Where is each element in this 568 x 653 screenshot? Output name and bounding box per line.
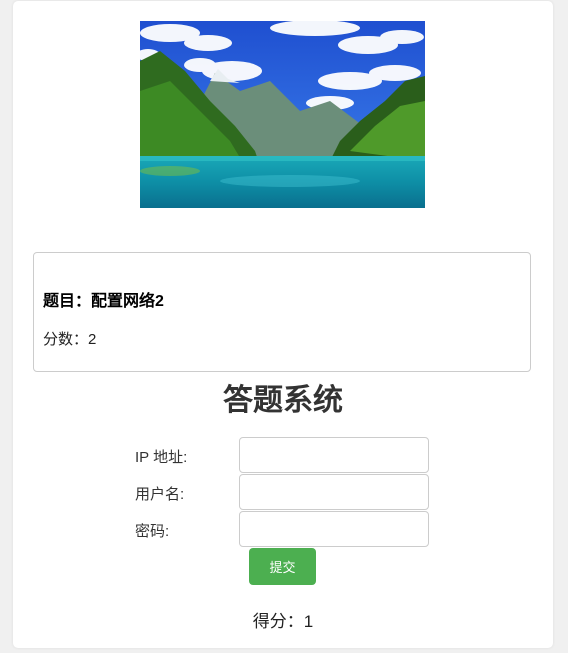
score-result-label: 得分：: [252, 612, 304, 631]
question-score: 分数：2: [43, 328, 96, 349]
question-score-value: 2: [88, 331, 97, 348]
question-title-label: 题目：: [43, 293, 92, 310]
question-title-value: 配置网络2: [91, 293, 164, 310]
landscape-image: [140, 21, 425, 208]
username-label: 用户名:: [135, 486, 185, 503]
password-label: 密码:: [135, 523, 170, 540]
ip-address-label: IP 地址:: [135, 449, 188, 466]
score-result: 得分：1: [13, 607, 553, 632]
username-input[interactable]: [239, 474, 429, 510]
password-input[interactable]: [239, 511, 429, 547]
score-result-value: 1: [303, 612, 314, 631]
question-title: 题目：配置网络2: [43, 287, 164, 311]
question-score-label: 分数：: [43, 331, 89, 348]
main-card: 题目：配置网络2 分数：2 答题系统 IP 地址: 用户名: 密码: 提交 得分…: [13, 1, 553, 648]
ip-address-input[interactable]: [239, 437, 429, 473]
submit-button[interactable]: 提交: [249, 548, 316, 585]
question-panel: 题目：配置网络2 分数：2: [33, 252, 531, 372]
system-title: 答题系统: [223, 384, 343, 417]
